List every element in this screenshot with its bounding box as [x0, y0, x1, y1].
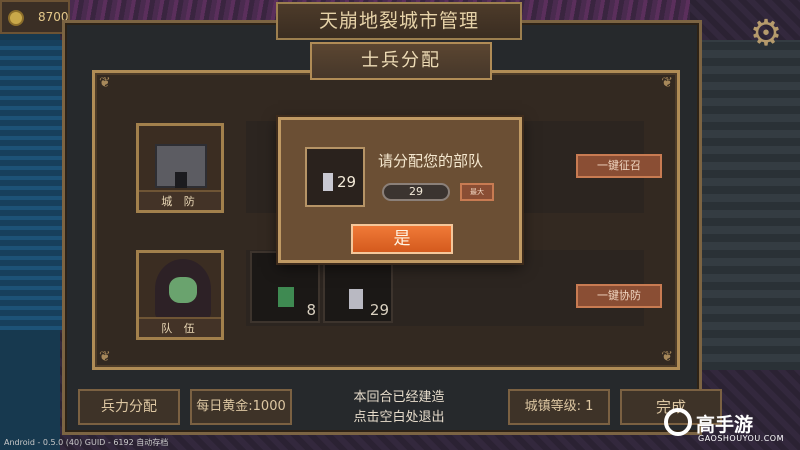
dialog-prompt: 请分配您的部队 — [378, 152, 484, 170]
hero-face — [169, 277, 197, 303]
build-status: 本回合已经建造 — [353, 390, 445, 405]
unit-count: 8 — [306, 301, 316, 319]
troop-allocation-button[interactable]: 兵力分配 — [78, 389, 180, 425]
unit-count: 29 — [337, 173, 357, 191]
defend-all-button[interactable]: 一键协防 — [576, 284, 662, 308]
map-water — [0, 40, 62, 330]
city-defense-label: 城 防 — [139, 190, 221, 210]
team-portrait[interactable]: 队 伍 — [136, 250, 224, 340]
corner-ornament-icon: ❦ — [661, 75, 673, 91]
daily-gold: 每日黄金:1000 — [190, 389, 292, 425]
status-hint: 本回合已经建造 点击空白处退出 — [334, 388, 464, 428]
corner-ornament-icon: ❦ — [661, 349, 673, 365]
map-buildings — [690, 40, 800, 370]
city-defense-portrait[interactable]: 城 防 — [136, 123, 224, 213]
skeleton-soldier-icon — [349, 289, 363, 309]
coin-icon — [8, 10, 24, 26]
watermark: 高手游 GAOSHOUYOU.COM — [664, 406, 800, 450]
troop-amount-field[interactable]: 29 — [382, 183, 450, 201]
team-label: 队 伍 — [139, 317, 221, 337]
town-level: 城镇等级: 1 — [508, 389, 610, 425]
selected-unit-slot: 29 — [305, 147, 365, 207]
brand-logo-icon — [664, 408, 692, 436]
max-button[interactable]: 最大 — [460, 183, 494, 201]
recruit-all-button[interactable]: 一键征召 — [576, 154, 662, 178]
corner-ornament-icon: ❦ — [99, 349, 111, 365]
brand-name: 高手游 — [696, 414, 754, 436]
gold-counter: 8700 — [0, 0, 70, 34]
version-info: Android - 0.5.0 (40) GUID - 6192 自动存档 — [4, 438, 169, 447]
settings-gear-icon[interactable]: ⚙ — [746, 14, 786, 54]
tap-to-exit-hint: 点击空白处退出 — [353, 410, 445, 425]
tower-gate — [175, 172, 187, 188]
panel-title: 士兵分配 — [310, 42, 492, 80]
skeleton-soldier-icon — [323, 173, 333, 191]
brand-url: GAOSHOUYOU.COM — [698, 434, 785, 443]
green-soldier-icon — [278, 287, 294, 307]
window-title: 天崩地裂城市管理 — [276, 2, 522, 40]
corner-ornament-icon: ❦ — [99, 75, 111, 91]
confirm-button[interactable]: 是 — [351, 224, 453, 254]
allocate-troops-dialog: 29 请分配您的部队 29 最大 是 — [278, 117, 522, 263]
unit-count: 29 — [369, 301, 389, 319]
